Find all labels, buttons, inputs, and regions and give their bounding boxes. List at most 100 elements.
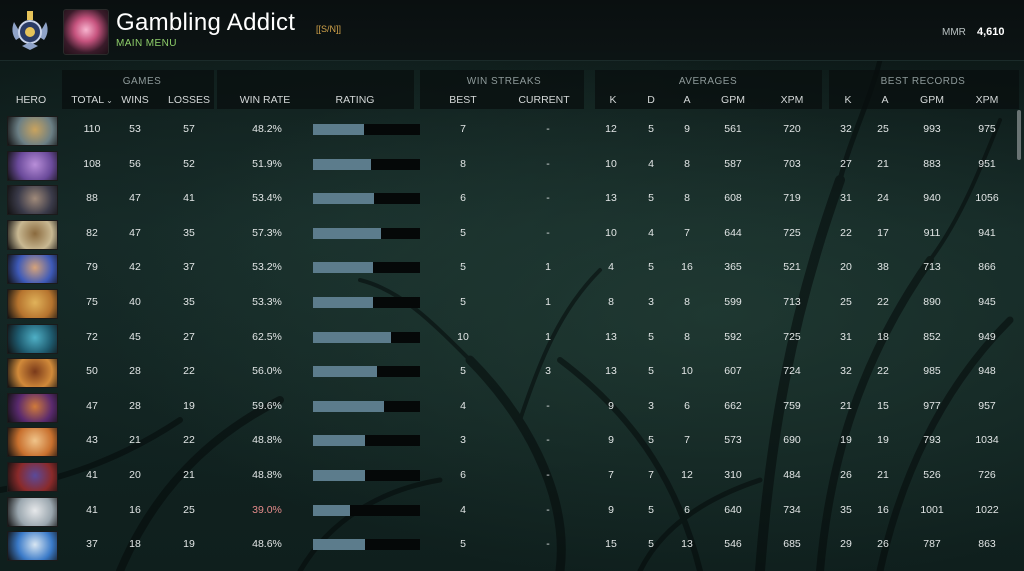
best-assists-cell: 22: [877, 365, 889, 378]
hero-portrait-2-icon[interactable]: [7, 150, 58, 181]
wins-cell: 47: [129, 226, 141, 239]
best-kills-cell: 25: [840, 296, 852, 308]
losses-cell: 21: [183, 469, 195, 481]
table-scrollbar[interactable]: [1017, 110, 1021, 160]
table-row[interactable]: 47 28 19 59.6% 4 - 9 3 6 662 759 21 15 977 957: [0, 392, 1018, 423]
best-assists-cell: 21: [877, 469, 889, 481]
best-streak-cell: 7: [460, 123, 466, 135]
hero-portrait-8-icon[interactable]: [7, 358, 58, 389]
rating-bar: [313, 124, 420, 135]
avg-deaths-cell: 5: [648, 123, 654, 135]
win-rate-cell: 51.9%: [252, 157, 282, 170]
column-best-xpm[interactable]: XPM: [976, 94, 999, 106]
total-games-cell: 88: [86, 192, 98, 205]
total-games-cell: 82: [86, 226, 98, 239]
hero-portrait-1-icon[interactable]: [7, 116, 58, 146]
avg-kills-cell: 10: [605, 157, 617, 170]
column-best-streak[interactable]: BEST: [449, 94, 476, 106]
hero-portrait-10-icon[interactable]: [7, 427, 58, 458]
table-row[interactable]: 41 16 25 39.0% 4 - 9 5 6 640 734 35 16 1001 1022: [0, 496, 1018, 527]
table-row[interactable]: 110 53 57 48.2% 7 - 12 5 9 561 720 32 25 993 975: [0, 115, 1018, 146]
column-win-rate[interactable]: WIN RATE: [240, 94, 291, 106]
best-assists-cell: 21: [877, 157, 889, 170]
rank-medal-icon[interactable]: [8, 8, 52, 52]
best-assists-cell: 38: [877, 261, 889, 274]
table-row[interactable]: 79 42 37 53.2% 5 1 4 5 16 365 521 20 38 713 866: [0, 253, 1018, 285]
hero-portrait-12-icon[interactable]: [7, 496, 58, 527]
column-current-streak[interactable]: CURRENT: [518, 94, 569, 106]
hero-portrait-3-icon[interactable]: [7, 185, 58, 216]
column-avg-assists[interactable]: A: [683, 94, 690, 106]
column-wins[interactable]: WINS: [121, 94, 148, 106]
wins-cell: 28: [129, 399, 141, 412]
hero-portrait-4-icon[interactable]: [7, 219, 58, 250]
player-name: Gambling Addict: [116, 9, 296, 36]
wins-cell: 45: [129, 330, 141, 343]
hero-portrait-6-icon[interactable]: [7, 289, 58, 319]
best-assists-cell: 16: [877, 503, 889, 516]
rating-bar-fill: [313, 262, 373, 274]
current-streak-cell: -: [546, 469, 550, 481]
table-row[interactable]: 108 56 52 51.9% 8 - 10 4 8 587 703 27 21 883 951: [0, 150, 1018, 181]
current-streak-cell: -: [546, 434, 550, 447]
best-streak-cell: 4: [460, 399, 466, 412]
column-rating[interactable]: RATING: [336, 94, 375, 106]
rating-bar: [313, 400, 420, 412]
win-rate-cell: 53.4%: [252, 192, 282, 205]
table-row[interactable]: 37 18 19 48.6% 5 - 15 5 13 546 685 29 26 787 863: [0, 530, 1018, 562]
table-row[interactable]: 50 28 22 56.0% 5 3 13 5 10 607 724 32 22 985 948: [0, 357, 1018, 389]
hero-portrait-11-icon[interactable]: [7, 462, 58, 492]
column-avg-deaths[interactable]: D: [647, 94, 655, 106]
wins-cell: 28: [129, 365, 141, 378]
player-avatar[interactable]: [63, 9, 109, 55]
rating-bar: [313, 366, 420, 378]
column-avg-gpm[interactable]: GPM: [721, 94, 745, 106]
best-gpm-cell: 977: [923, 399, 941, 412]
hero-portrait-13-icon[interactable]: [7, 531, 58, 562]
rating-bar-fill: [313, 227, 381, 239]
column-total[interactable]: TOTAL ⌄: [71, 94, 113, 106]
best-assists-cell: 17: [877, 226, 889, 239]
current-streak-cell: -: [546, 503, 550, 516]
column-avg-xpm[interactable]: XPM: [781, 94, 804, 106]
table-row[interactable]: 41 20 21 48.8% 6 - 7 7 12 310 484 26 21 526 726: [0, 461, 1018, 492]
best-xpm-cell: 949: [978, 330, 996, 343]
column-total-label: TOTAL: [71, 94, 105, 106]
main-menu-link[interactable]: MAIN MENU: [116, 38, 177, 49]
column-losses[interactable]: LOSSES: [168, 94, 210, 106]
avg-assists-cell: 8: [684, 157, 690, 170]
column-avg-kills[interactable]: K: [609, 94, 616, 106]
hero-portrait-7-icon[interactable]: [7, 323, 58, 354]
win-rate-cell: 48.8%: [252, 434, 282, 447]
rating-bar-fill: [313, 124, 364, 135]
table-row[interactable]: 82 47 35 57.3% 5-10 4 7 644 725 22 17 911 941: [0, 219, 1018, 250]
rating-bar-fill: [313, 366, 377, 378]
hero-portrait-5-icon[interactable]: [7, 254, 58, 285]
best-xpm-cell: 945: [978, 296, 996, 308]
best-streak-cell: 6: [460, 469, 466, 481]
rating-bar: [313, 504, 420, 516]
total-games-cell: 79: [86, 261, 98, 274]
avg-gpm-cell: 662: [724, 399, 742, 412]
losses-cell: 22: [183, 434, 195, 447]
rating-bar: [313, 297, 420, 308]
avg-kills-cell: 9: [608, 434, 614, 447]
losses-cell: 35: [183, 226, 195, 239]
column-best-gpm[interactable]: GPM: [920, 94, 944, 106]
rating-bar-fill: [313, 504, 350, 516]
hero-portrait-9-icon[interactable]: [7, 392, 58, 423]
table-row[interactable]: 72 45 27 62.5% 10 1 13 5 8 592 725 31 18 852 949: [0, 323, 1018, 354]
wins-cell: 16: [129, 503, 141, 516]
avg-xpm-cell: 521: [783, 261, 801, 274]
avg-assists-cell: 6: [684, 503, 690, 516]
column-best-assists[interactable]: A: [881, 94, 888, 106]
best-assists-cell: 26: [877, 538, 889, 551]
best-kills-cell: 27: [840, 157, 852, 170]
rating-bar-fill: [313, 539, 365, 551]
column-hero[interactable]: HERO: [16, 94, 46, 106]
table-row[interactable]: 75 40 35 53.3% 5 1 8 3 8 599 713 25 22 890 945: [0, 288, 1018, 319]
table-row[interactable]: 43 21 22 48.8% 3 - 9 5 7 573 690 19 19 793 1034: [0, 426, 1018, 458]
best-xpm-cell: 866: [978, 261, 996, 274]
table-row[interactable]: 88 47 41 53.4% 6 - 13 5 8 608 719 31 24 940 1056: [0, 184, 1018, 216]
column-best-kills[interactable]: K: [844, 94, 851, 106]
